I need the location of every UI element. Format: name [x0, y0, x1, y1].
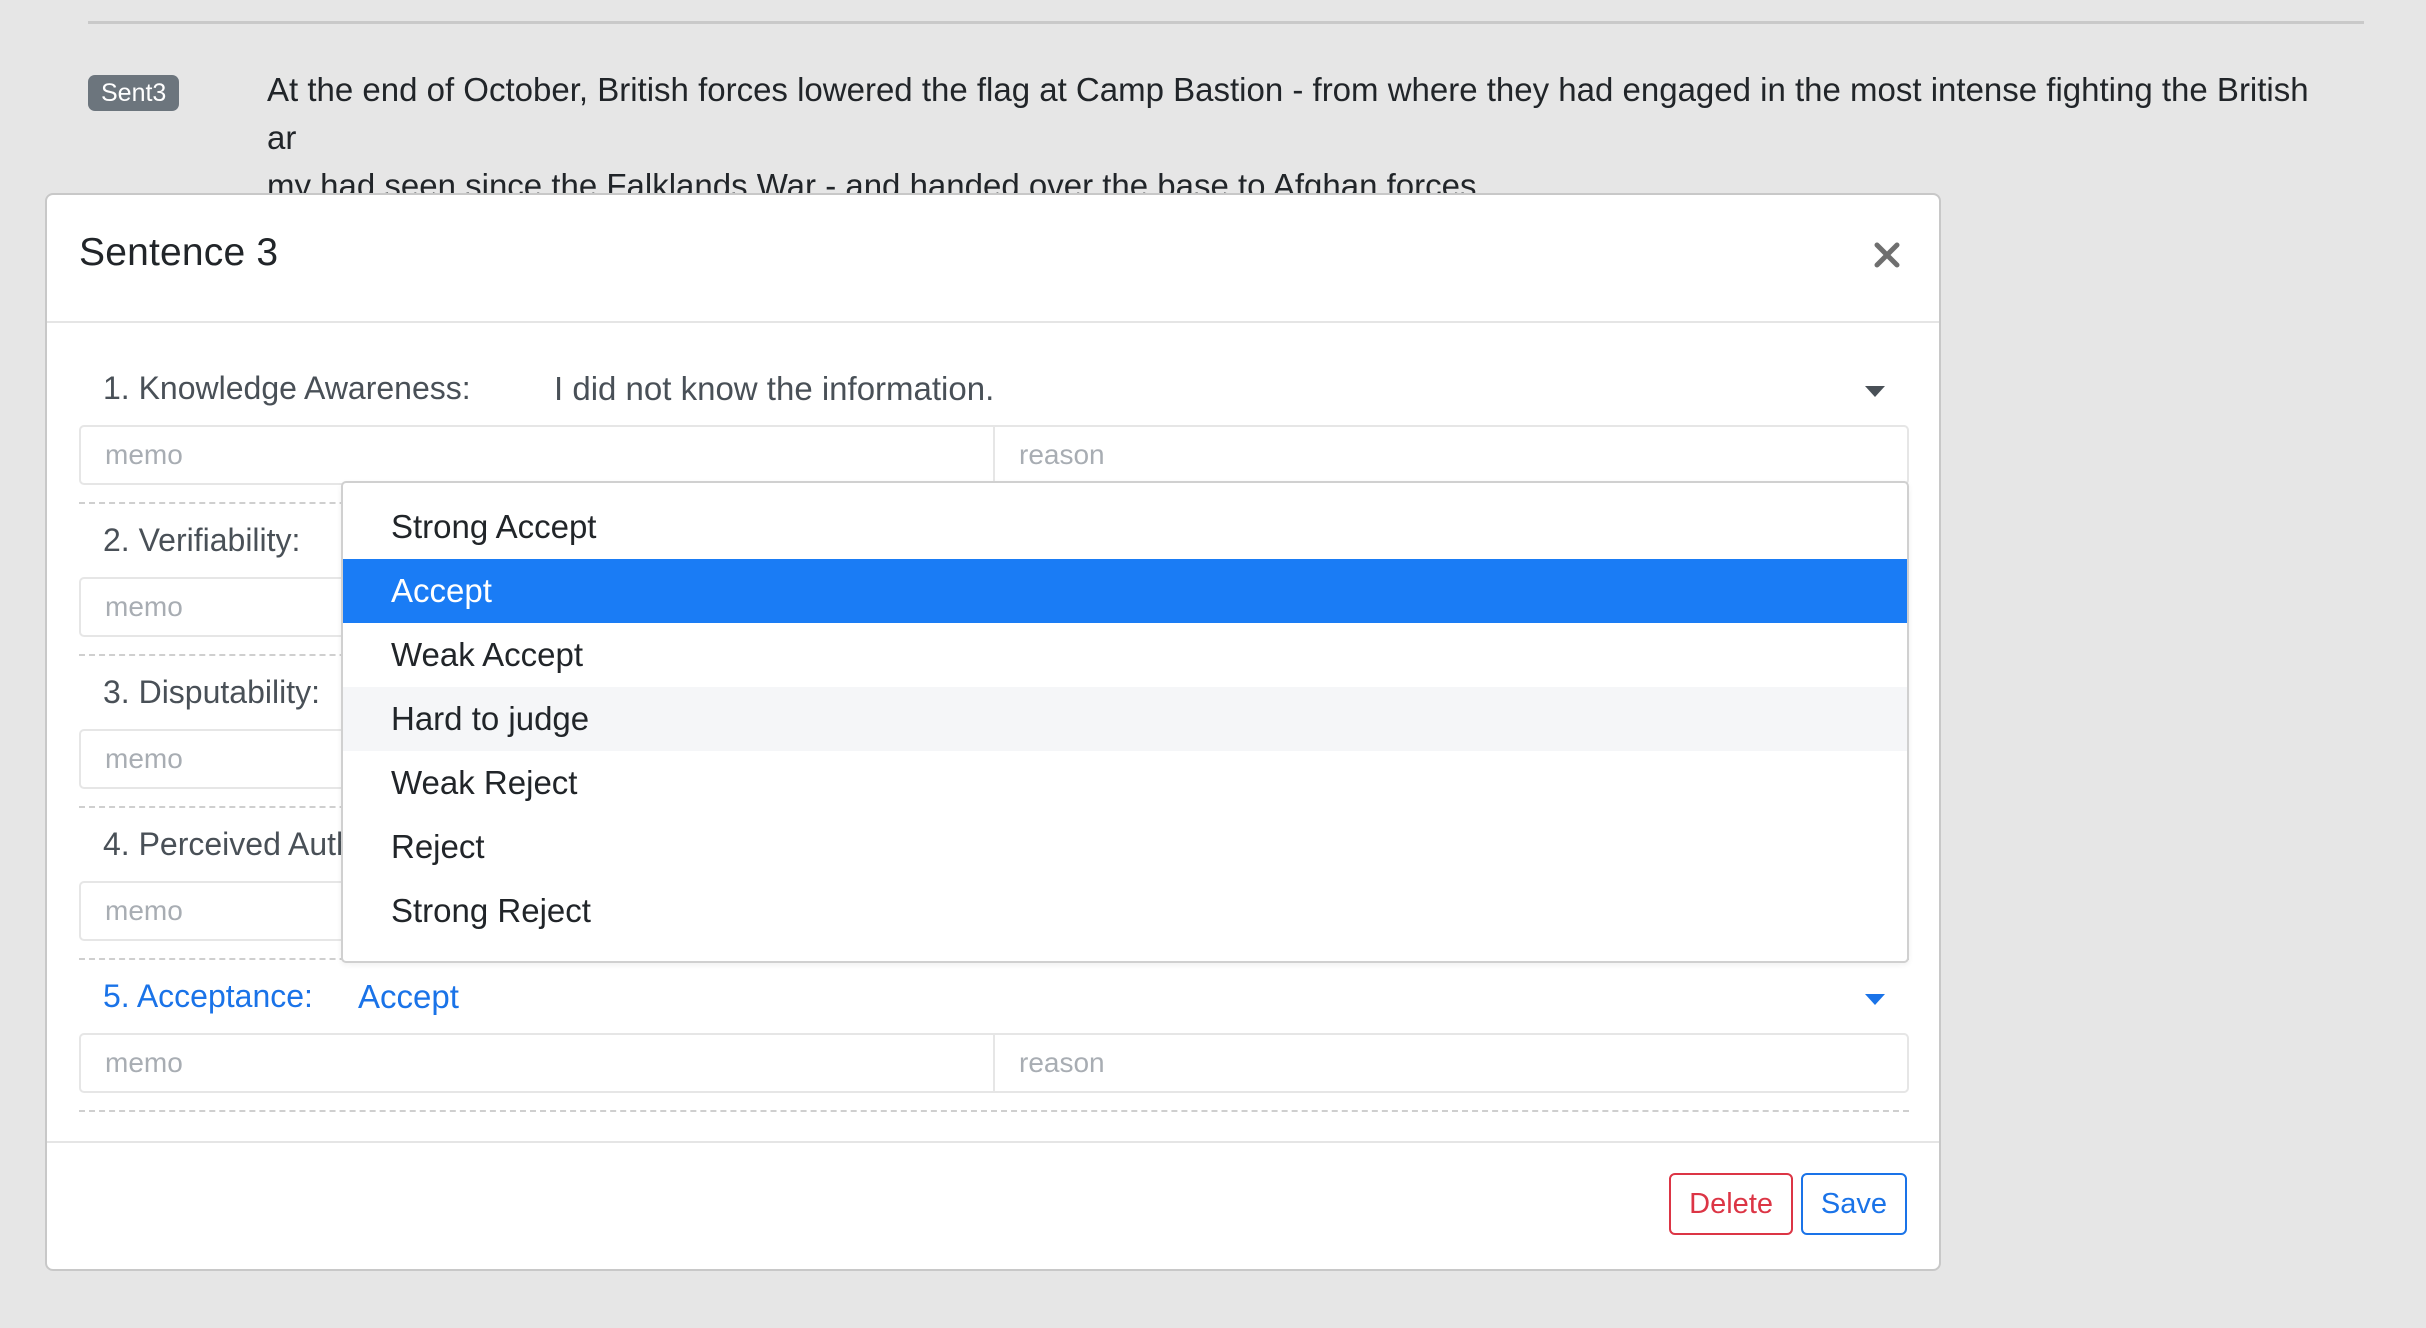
- question-acceptance[interactable]: 5. Acceptance: Accept: [79, 974, 1909, 1022]
- modal-title: Sentence 3: [79, 231, 279, 274]
- save-button[interactable]: Save: [1800, 1173, 1907, 1235]
- close-icon[interactable]: [1867, 235, 1907, 275]
- question-select-value[interactable]: I did not know the information.: [554, 370, 994, 408]
- sentence-text: At the end of October, British forces lo…: [267, 71, 2309, 204]
- delete-button[interactable]: Delete: [1669, 1173, 1793, 1235]
- memo-reason-group: [79, 425, 1909, 485]
- dropdown-option[interactable]: Weak Accept: [343, 623, 1907, 687]
- modal-header: Sentence 3: [47, 195, 1939, 323]
- question-label: 2. Verifiability:: [103, 522, 301, 558]
- question-label: 3. Disputability:: [103, 674, 320, 710]
- question-knowledge-awareness[interactable]: 1. Knowledge Awareness: I did not know t…: [79, 366, 1909, 414]
- question-select-value[interactable]: Accept: [358, 978, 459, 1016]
- dropdown-option[interactable]: Weak Reject: [343, 751, 1907, 815]
- dropdown-option[interactable]: Reject: [343, 815, 1907, 879]
- question-label: 5. Acceptance:: [103, 978, 313, 1014]
- reason-input[interactable]: [995, 1035, 1907, 1091]
- sentence-badge: Sent3: [88, 75, 180, 111]
- reason-input[interactable]: [995, 427, 1907, 483]
- question-label: 1. Knowledge Awareness:: [103, 370, 471, 406]
- memo-input[interactable]: [81, 1035, 995, 1091]
- acceptance-dropdown-menu: Strong Accept Accept Weak Accept Hard to…: [341, 481, 1909, 963]
- top-divider: [88, 21, 2364, 24]
- memo-input[interactable]: [81, 427, 995, 483]
- caret-down-icon[interactable]: [1865, 994, 1885, 1005]
- memo-reason-group: [79, 1033, 1909, 1093]
- dropdown-option[interactable]: Strong Reject: [343, 879, 1907, 943]
- dropdown-option[interactable]: Strong Accept: [343, 495, 1907, 559]
- dropdown-option-selected[interactable]: Accept: [343, 559, 1907, 623]
- dropdown-option-hovered[interactable]: Hard to judge: [343, 687, 1907, 751]
- caret-down-icon[interactable]: [1865, 386, 1885, 397]
- modal-footer: Delete Save: [47, 1141, 1939, 1269]
- dashed-divider: [79, 1110, 1909, 1112]
